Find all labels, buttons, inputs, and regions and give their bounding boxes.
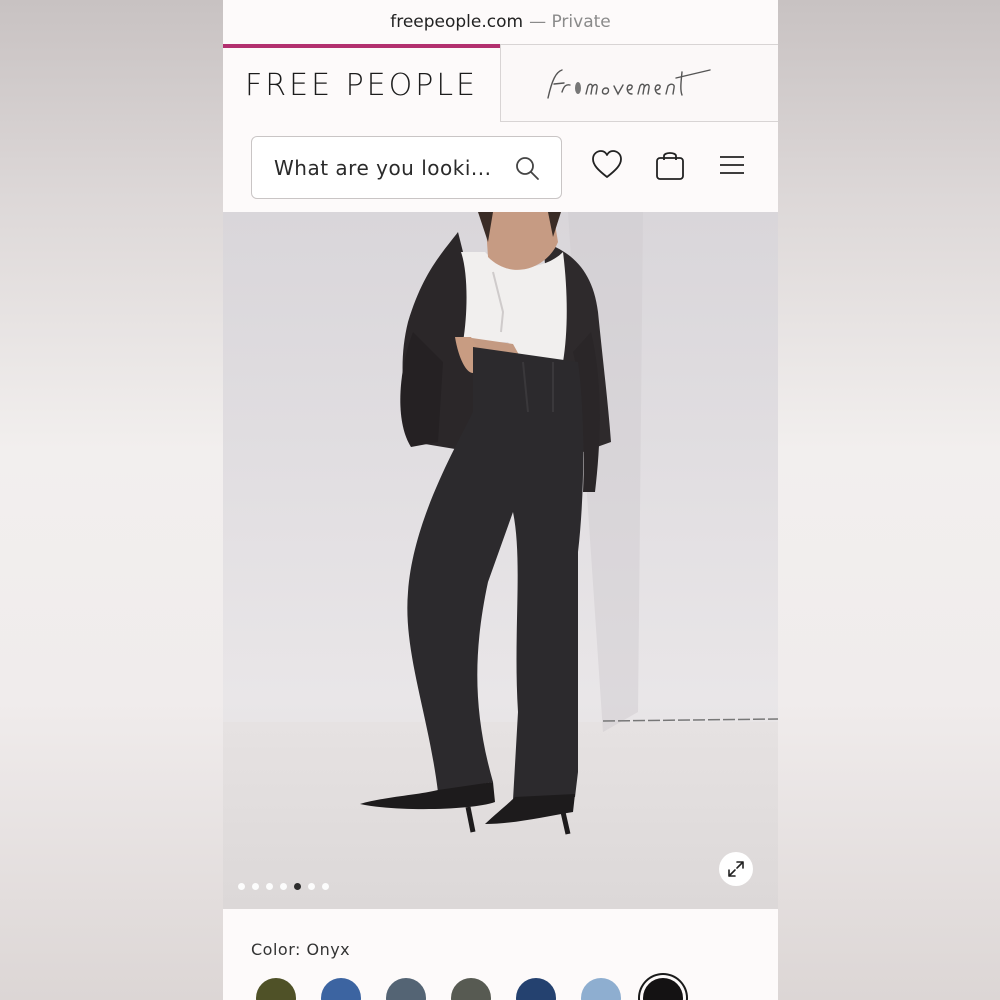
background-blur-left <box>0 0 223 1000</box>
url-domain: freepeople.com <box>390 12 524 32</box>
tab-free-people[interactable]: FREE PEOPLE <box>223 44 500 122</box>
color-swatch-olive[interactable] <box>256 978 296 1000</box>
search-icon[interactable] <box>513 154 541 182</box>
menu-icon[interactable] <box>715 148 749 182</box>
carousel-dot[interactable] <box>238 883 245 890</box>
carousel-dot-active[interactable] <box>294 883 301 890</box>
expand-image-button[interactable] <box>719 852 753 886</box>
product-image-carousel[interactable] <box>223 212 778 909</box>
fp-movement-logo <box>546 69 711 99</box>
private-indicator: — Private <box>529 12 611 32</box>
address-bar[interactable]: freepeople.com — Private <box>223 0 778 44</box>
background-blur-right <box>778 0 1000 1000</box>
expand-icon <box>728 861 744 877</box>
color-swatch-slate[interactable] <box>386 978 426 1000</box>
header-toolbar: What are you looki... <box>223 122 778 212</box>
private-label: Private <box>551 12 611 32</box>
color-swatch-onyx[interactable] <box>643 978 683 1000</box>
selected-color-label: Color: Onyx <box>251 940 351 959</box>
color-swatch-light-blue[interactable] <box>581 978 621 1000</box>
site-switcher: FREE PEOPLE <box>223 44 778 122</box>
color-swatch-medium-blue[interactable] <box>321 978 361 1000</box>
carousel-dot[interactable] <box>252 883 259 890</box>
search-input[interactable]: What are you looki... <box>251 136 562 199</box>
tab-fp-movement[interactable] <box>500 44 778 122</box>
carousel-dot[interactable] <box>280 883 287 890</box>
carousel-dot[interactable] <box>308 883 315 890</box>
search-placeholder: What are you looki... <box>274 155 492 180</box>
carousel-indicators <box>238 883 329 890</box>
url-separator: — <box>529 12 547 32</box>
color-swatch-dark-blue[interactable] <box>516 978 556 1000</box>
bag-icon[interactable] <box>653 148 687 182</box>
color-swatch-grey-green[interactable] <box>451 978 491 1000</box>
brand-logo: FREE PEOPLE <box>245 67 478 103</box>
heart-icon[interactable] <box>590 148 624 182</box>
carousel-dot[interactable] <box>322 883 329 890</box>
mobile-browser-viewport: freepeople.com — Private FREE PEOPLE Wha… <box>223 0 778 1000</box>
carousel-dot[interactable] <box>266 883 273 890</box>
product-photo-model <box>360 212 778 835</box>
